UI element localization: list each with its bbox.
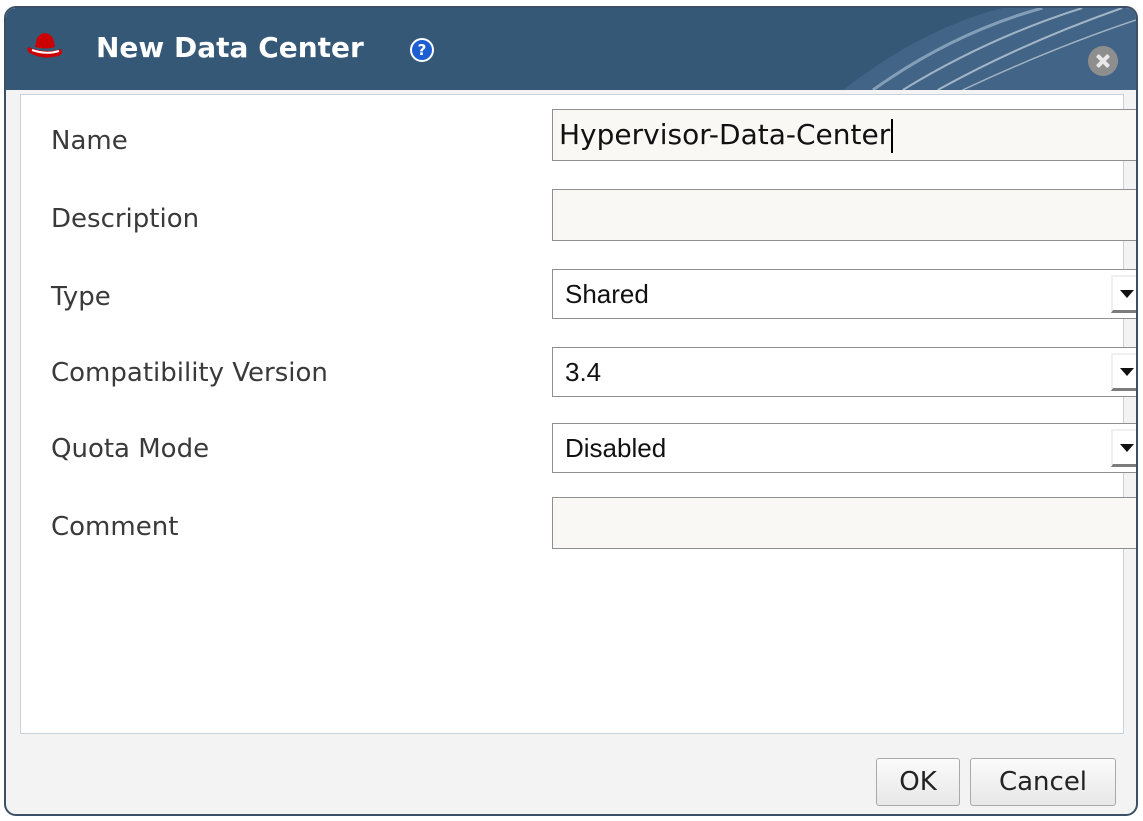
redhat-logo-icon [27,33,62,58]
comment-input[interactable] [552,497,1136,549]
quota-mode-label: Quota Mode [51,434,210,464]
comment-label: Comment [51,512,179,542]
help-icon[interactable]: ? [410,38,434,62]
new-data-center-dialog: New Data Center ? Name Hypervisor-Data-C… [4,6,1138,816]
type-select[interactable]: Shared [552,269,1136,319]
description-label: Description [51,204,200,234]
form-panel: Name Hypervisor-Data-Center Description … [20,94,1136,734]
name-input[interactable]: Hypervisor-Data-Center [552,109,1136,161]
name-input-value: Hypervisor-Data-Center [559,118,891,151]
close-icon[interactable] [1088,46,1118,76]
compatibility-version-select[interactable]: 3.4 [552,347,1136,397]
ok-button[interactable]: OK [876,758,960,806]
chevron-down-icon[interactable] [1111,353,1136,391]
description-input[interactable] [552,189,1136,241]
cancel-button[interactable]: Cancel [970,758,1116,806]
text-caret [891,119,894,153]
quota-mode-select[interactable]: Disabled [552,423,1136,473]
chevron-down-icon[interactable] [1111,429,1136,467]
dialog-title: New Data Center [96,31,364,64]
chevron-down-icon[interactable] [1111,275,1136,313]
type-select-value: Shared [565,279,649,309]
compatibility-version-select-value: 3.4 [565,357,602,387]
compatibility-version-label: Compatibility Version [51,358,328,388]
quota-mode-select-value: Disabled [565,433,667,463]
type-label: Type [51,282,111,312]
name-label: Name [51,126,128,156]
dialog-titlebar: New Data Center ? [6,8,1136,90]
